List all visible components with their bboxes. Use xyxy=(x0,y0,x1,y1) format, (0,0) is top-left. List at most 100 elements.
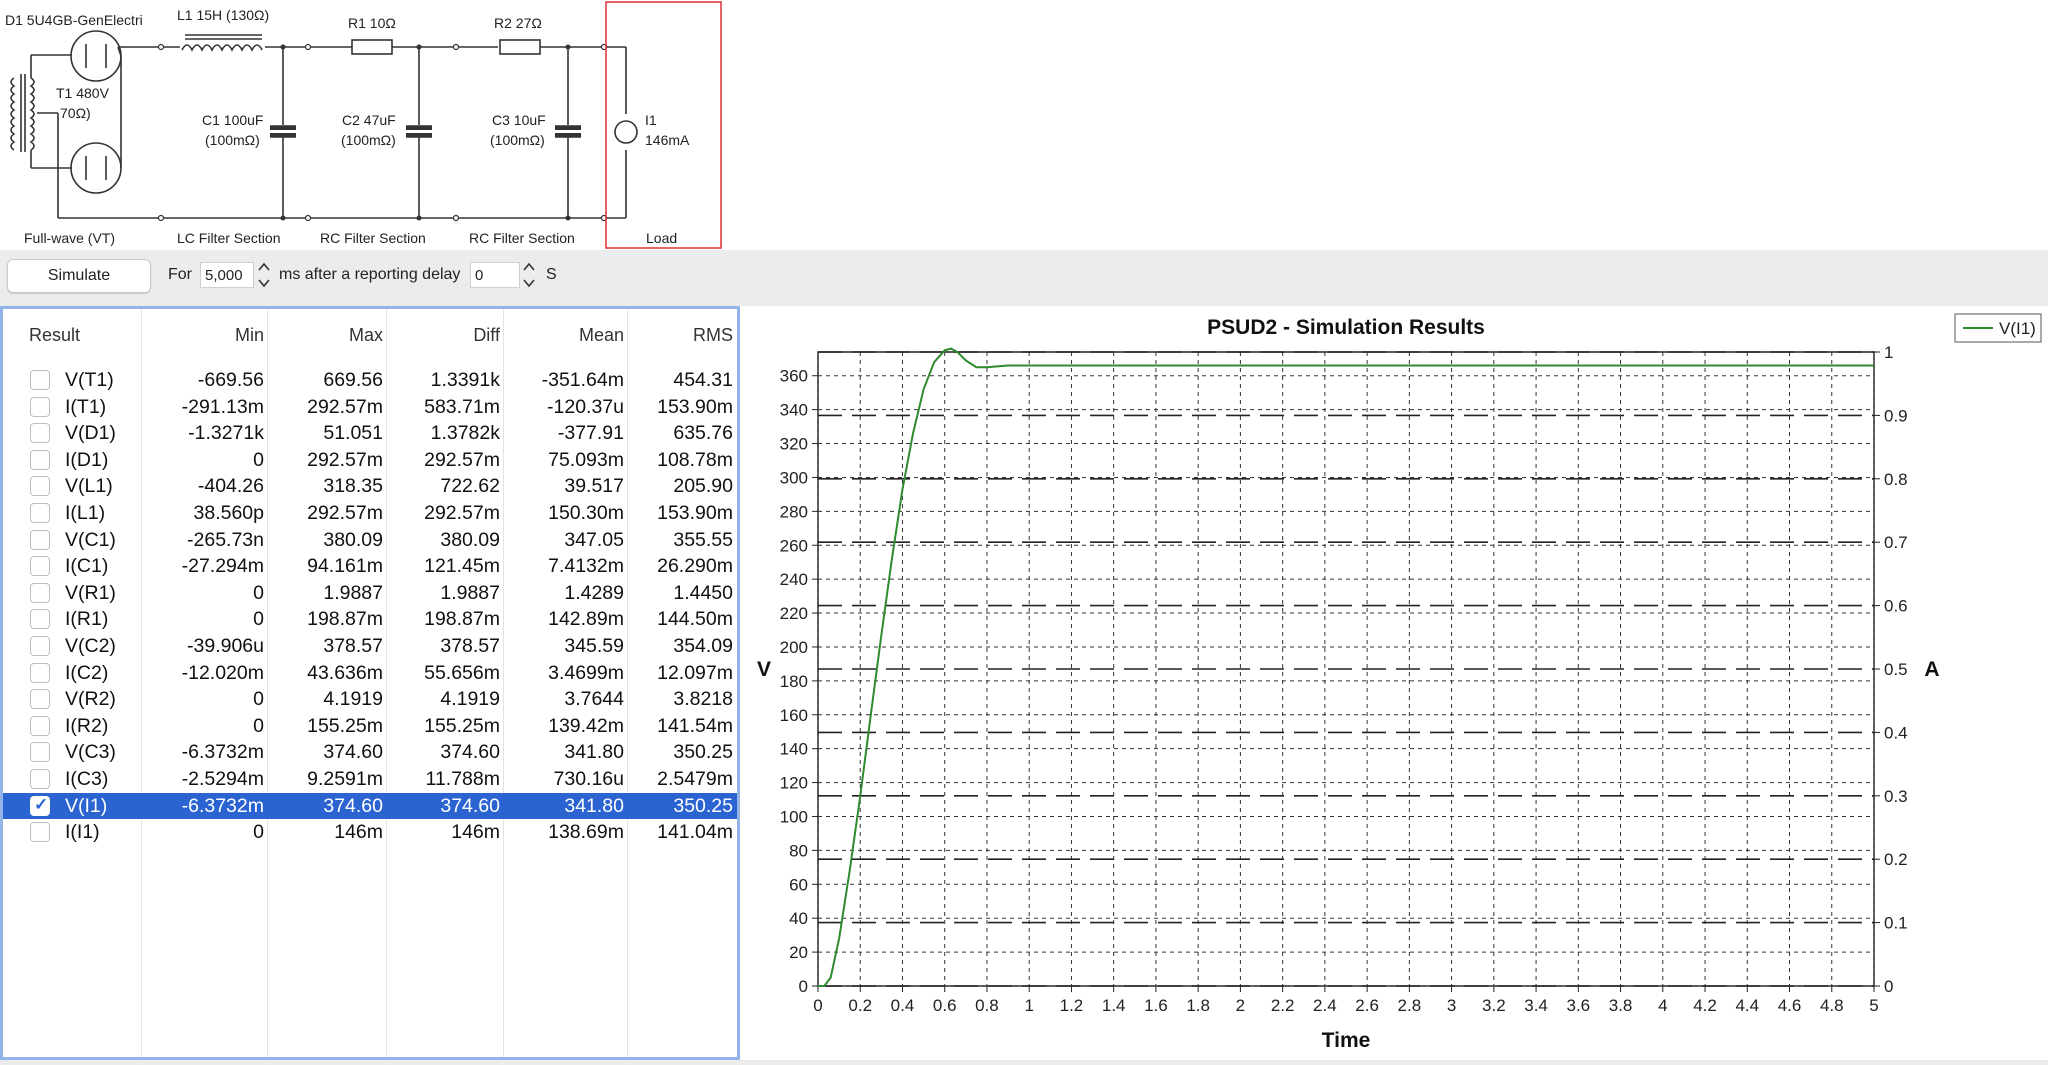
circuit-schematic[interactable]: D1 5U4GB-GenElectri T1 480V 70Ω) L1 15H … xyxy=(0,0,2048,250)
cell-mean: 1.4289 xyxy=(564,581,624,604)
cell-mean: -351.64m xyxy=(541,369,624,391)
cell-mean: 75.093m xyxy=(548,448,624,471)
column-header-mean[interactable]: Mean xyxy=(579,325,624,346)
table-row[interactable]: I(R2) 0 155.25m 155.25m 139.42m 141.54m xyxy=(3,713,737,739)
cell-diff: 292.57m xyxy=(424,448,500,471)
row-name: V(C3) xyxy=(65,741,116,764)
row-checkbox[interactable] xyxy=(30,529,50,550)
row-checkbox[interactable]: ✓ xyxy=(30,795,50,816)
row-checkbox[interactable] xyxy=(30,370,50,390)
row-checkbox[interactable] xyxy=(30,769,50,789)
x-tick-label: 1.4 xyxy=(1102,996,1126,1015)
duration-stepper[interactable] xyxy=(256,258,272,292)
row-name: I(C1) xyxy=(65,555,109,578)
cell-diff: 374.60 xyxy=(440,741,500,764)
row-checkbox[interactable] xyxy=(30,556,50,577)
table-row[interactable]: V(C2) -39.906u 378.57 378.57 345.59 354.09 xyxy=(3,633,737,659)
table-row[interactable]: I(C1) -27.294m 94.161m 121.45m 7.4132m 26.290… xyxy=(3,553,737,579)
cell-min: 0 xyxy=(253,448,264,471)
row-checkbox[interactable] xyxy=(30,662,50,683)
y-tick-label: 160 xyxy=(780,706,808,725)
cell-mean: -377.91 xyxy=(557,422,624,445)
table-row[interactable]: I(C3) -2.5294m 9.2591m 11.788m 730.16u 2.5479… xyxy=(3,766,737,792)
row-name: V(C2) xyxy=(65,635,116,657)
cell-diff: 1.3782k xyxy=(430,422,500,445)
table-row[interactable]: ✓ V(I1) -6.3732m 374.60 374.60 341.80 350.25 xyxy=(3,792,737,819)
duration-field[interactable]: 5,000 xyxy=(200,262,254,288)
row-checkbox[interactable] xyxy=(30,476,50,497)
row-checkbox[interactable] xyxy=(30,503,50,523)
cell-rms: 2.5479m xyxy=(657,768,733,790)
row-name: I(D1) xyxy=(65,448,109,471)
table-row[interactable]: I(D1) 0 292.57m 292.57m 75.093m 108.78m xyxy=(3,447,737,473)
column-header-rms[interactable]: RMS xyxy=(693,325,733,346)
y2-axis-label: A xyxy=(1924,658,1939,681)
results-table[interactable]: Result Min Max Diff Mean RMS V(T1) -669.5… xyxy=(0,306,740,1060)
cell-rms: 1.4450 xyxy=(673,581,733,604)
row-checkbox[interactable] xyxy=(30,582,50,603)
simulation-toolbar: Simulate For 5,000 ms after a reporting … xyxy=(0,250,2048,307)
y2-tick-label: 0.8 xyxy=(1884,470,1908,489)
x-tick-label: 0.6 xyxy=(933,996,957,1015)
c3-label: C3 10uF xyxy=(492,112,546,128)
x-tick-label: 1.6 xyxy=(1144,996,1168,1015)
row-checkbox[interactable] xyxy=(30,689,50,710)
table-row[interactable]: V(R2) 0 4.1919 4.1919 3.7644 3.8218 xyxy=(3,686,737,712)
y2-tick-label: 0.4 xyxy=(1884,723,1908,742)
x-tick-label: 0.8 xyxy=(975,996,999,1015)
x-tick-label: 0.4 xyxy=(891,996,915,1015)
section-label-rc2: RC Filter Section xyxy=(469,230,575,246)
table-row[interactable]: V(D1) -1.3271k 51.051 1.3782k -377.91 635.76 xyxy=(3,420,737,446)
row-checkbox[interactable] xyxy=(30,423,50,444)
row-checkbox[interactable] xyxy=(30,449,50,470)
column-header-result[interactable]: Result xyxy=(29,325,80,346)
delay-stepper[interactable] xyxy=(521,258,537,292)
table-row[interactable]: I(C2) -12.020m 43.636m 55.656m 3.4699m 12.097… xyxy=(3,660,737,686)
r1-label: R1 10Ω xyxy=(348,15,396,31)
row-checkbox[interactable] xyxy=(30,609,50,630)
row-checkbox[interactable] xyxy=(30,742,50,763)
row-name: I(T1) xyxy=(65,395,107,418)
cell-rms: 141.54m xyxy=(657,714,733,737)
y-tick-label: 100 xyxy=(780,807,808,826)
column-header-diff[interactable]: Diff xyxy=(473,325,500,346)
table-row[interactable]: I(L1) 38.560p 292.57m 292.57m 150.30m 153.90m xyxy=(3,500,737,526)
column-header-max[interactable]: Max xyxy=(349,325,383,346)
r2-label: R2 27Ω xyxy=(494,15,542,31)
chart-title: PSUD2 - Simulation Results xyxy=(1207,316,1485,339)
table-row[interactable]: I(I1) 0 146m 146m 138.69m 141.04m xyxy=(3,819,737,845)
row-name: I(C2) xyxy=(65,661,109,684)
cell-mean: 347.05 xyxy=(564,528,624,551)
row-checkbox[interactable] xyxy=(30,636,50,656)
row-name: I(C3) xyxy=(65,768,109,790)
cell-max: 292.57m xyxy=(307,395,383,418)
x-axis-label: Time xyxy=(1322,1029,1371,1052)
row-checkbox[interactable] xyxy=(30,822,50,843)
table-row[interactable]: V(C3) -6.3732m 374.60 374.60 341.80 350.25 xyxy=(3,739,737,765)
y-tick-label: 220 xyxy=(780,604,808,623)
simulation-chart: 0 0.2 0.4 0.6 0.8 1 1.2 1.4 1.6 1.8 2 2.2 2.4 2.6 2.8 3… xyxy=(757,313,2042,1052)
cell-mean: 3.7644 xyxy=(564,688,624,711)
cell-rms: 153.90m xyxy=(657,502,733,524)
table-row[interactable]: V(C1) -265.73n 380.09 380.09 347.05 355.55 xyxy=(3,527,737,553)
row-checkbox[interactable] xyxy=(30,715,50,736)
column-header-min[interactable]: Min xyxy=(235,325,264,346)
table-row[interactable]: I(T1) -291.13m 292.57m 583.71m -120.37u 153.9… xyxy=(3,394,737,420)
cell-mean: 345.59 xyxy=(564,635,624,657)
cell-min: -291.13m xyxy=(181,395,264,418)
table-row[interactable]: V(R1) 0 1.9887 1.9887 1.4289 1.4450 xyxy=(3,580,737,606)
table-row[interactable]: V(L1) -404.26 318.35 722.62 39.517 205.90 xyxy=(3,473,737,499)
x-tick-label: 1.8 xyxy=(1186,996,1210,1015)
table-row[interactable]: I(R1) 0 198.87m 198.87m 142.89m 144.50m xyxy=(3,606,737,632)
y-tick-label: 200 xyxy=(780,638,808,657)
cell-min: 0 xyxy=(253,608,264,631)
chart-pane: 0 0.2 0.4 0.6 0.8 1 1.2 1.4 1.6 1.8 2 2.2 2.4 2.6 2.8 3… xyxy=(740,306,2048,1060)
y2-tick-label: 0 xyxy=(1884,977,1893,996)
simulate-button[interactable]: Simulate xyxy=(7,259,151,293)
table-row[interactable]: V(T1) -669.56 669.56 1.3391k -351.64m 454.31 xyxy=(3,367,737,393)
row-checkbox[interactable] xyxy=(30,396,50,417)
delay-field[interactable]: 0 xyxy=(470,262,520,288)
cell-mean: 730.16u xyxy=(553,768,625,790)
y-tick-label: 80 xyxy=(789,841,808,860)
transformer-resistance: 70Ω) xyxy=(60,105,91,121)
